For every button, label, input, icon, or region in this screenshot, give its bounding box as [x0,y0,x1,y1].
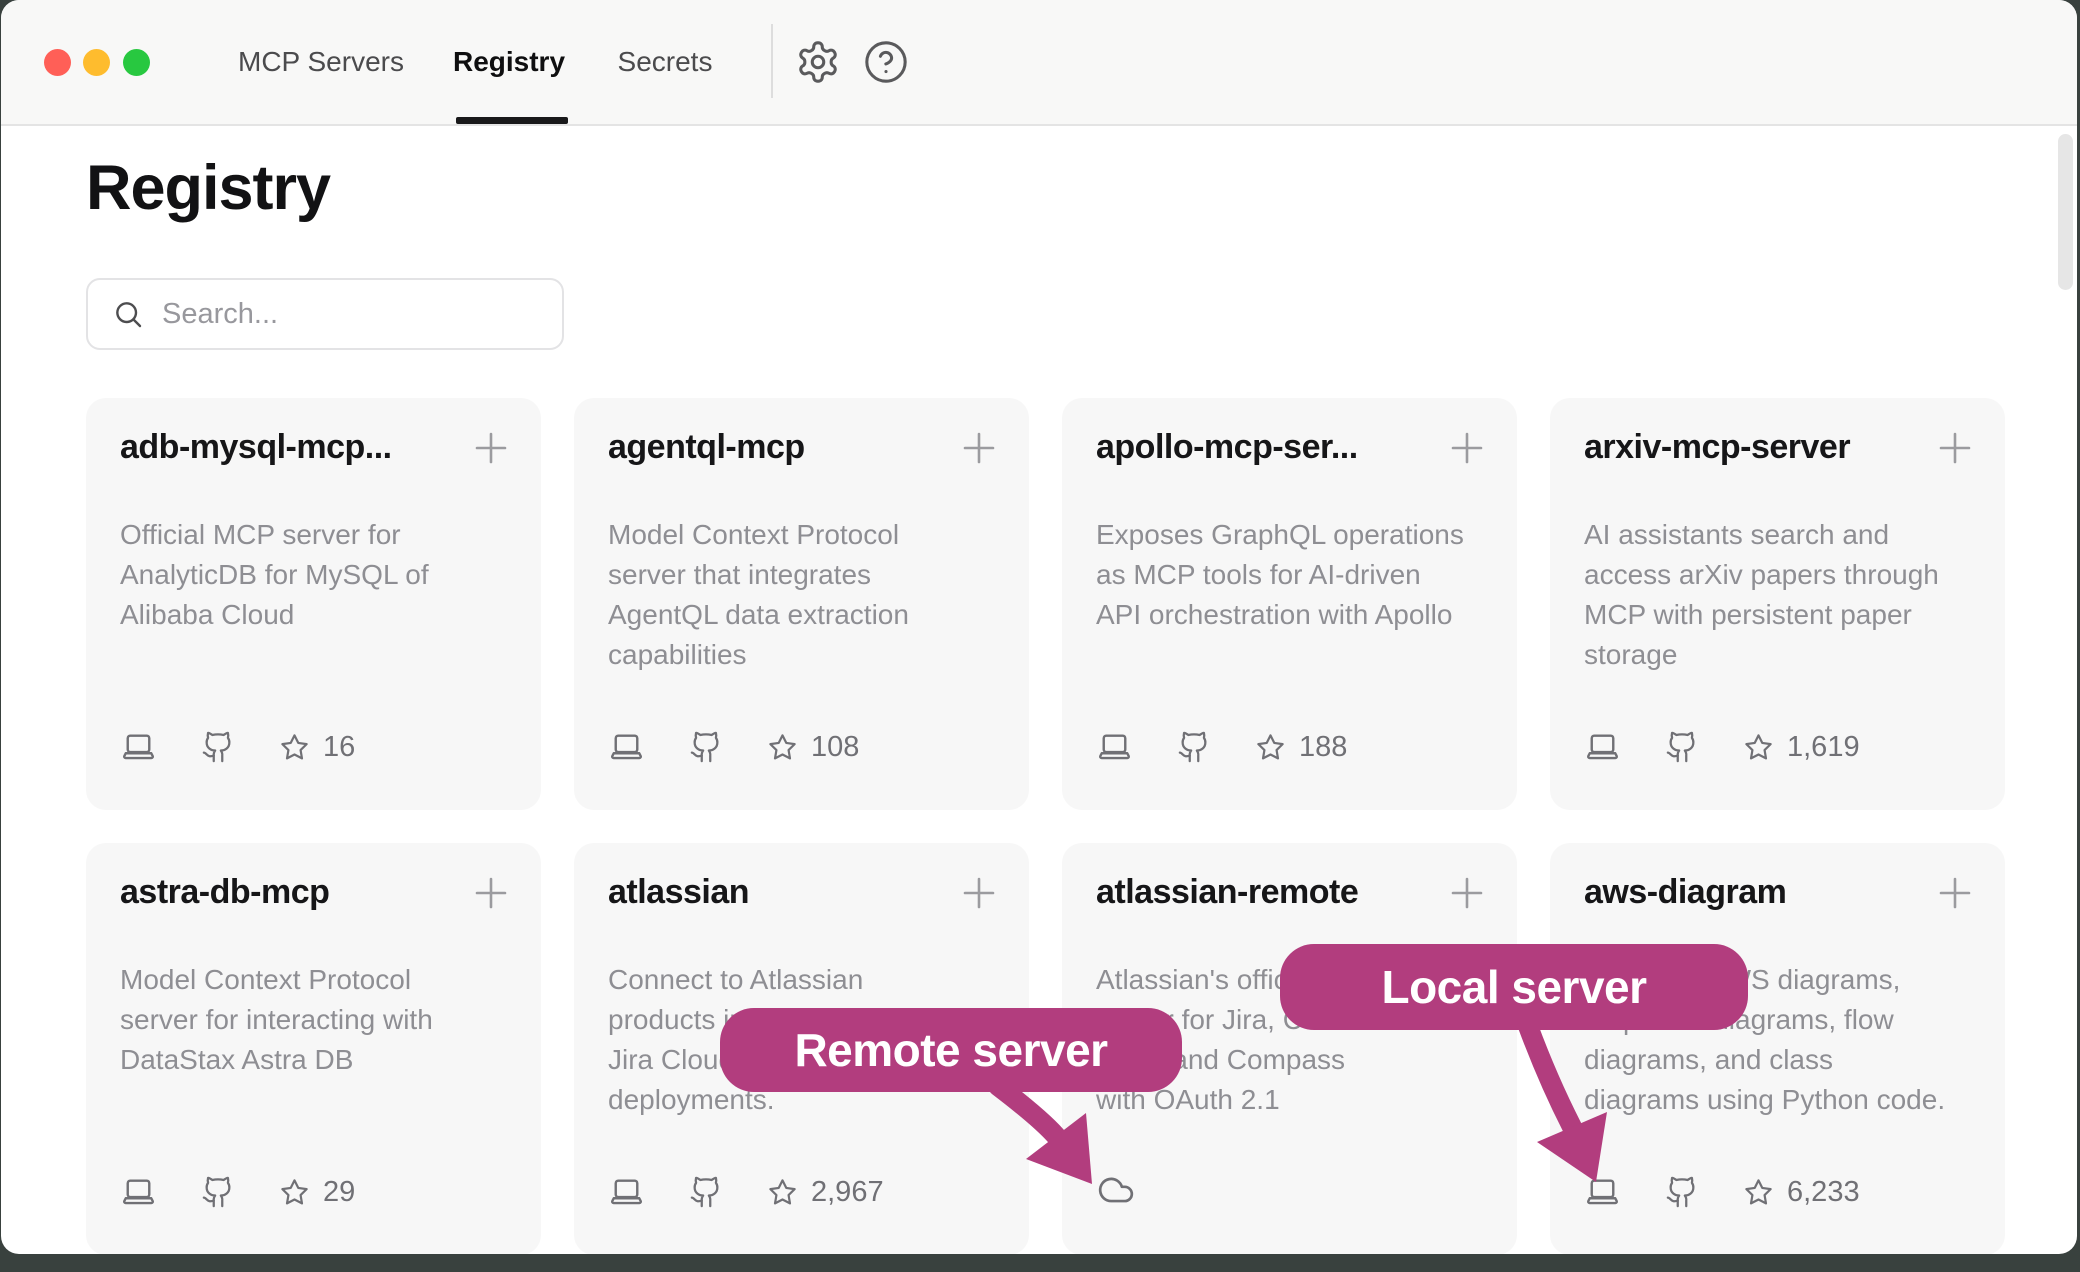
star-icon [1255,732,1286,763]
server-name: atlassian [608,873,948,912]
add-server-button[interactable] [467,869,515,917]
star-count: 6,233 [1787,1176,1860,1209]
plus-icon [1443,424,1491,472]
add-server-button[interactable] [1443,424,1491,472]
local-laptop-icon [1584,1175,1621,1209]
tab-mcp-servers[interactable]: MCP Servers [234,0,408,124]
search-input[interactable] [160,297,550,332]
star-count: 188 [1299,731,1347,764]
github-icon[interactable] [689,730,723,764]
server-description: Official MCP server for AnalyticDB for M… [120,515,507,635]
server-meta: 16 [120,730,355,764]
server-card[interactable]: aws-diagramGenerate AWS diagrams, sequen… [1550,843,2005,1254]
github-stars: 188 [1255,731,1347,764]
server-name: arxiv-mcp-server [1584,428,1924,467]
server-meta: 2,967 [608,1175,884,1209]
star-icon [279,1177,310,1208]
local-laptop-icon [1584,730,1621,764]
server-description: AI assistants search and access arXiv pa… [1584,515,1971,675]
server-card-grid: adb-mysql-mcp... Official MCP server for … [86,398,2005,1254]
close-window-button[interactable] [44,49,71,76]
github-stars: 6,233 [1743,1176,1860,1209]
github-stars: 2,967 [767,1176,884,1209]
server-card[interactable]: agentql-mcp Model Context Protocol server… [574,398,1029,810]
github-stars: 1,619 [1743,731,1860,764]
github-stars: 29 [279,1176,355,1209]
local-laptop-icon [608,730,645,764]
server-name: apollo-mcp-ser... [1096,428,1436,467]
help-icon[interactable] [863,39,909,85]
github-icon[interactable] [689,1175,723,1209]
add-server-button[interactable] [1931,424,1979,472]
github-icon[interactable] [201,730,235,764]
star-icon [1743,1177,1774,1208]
server-name: aws-diagram [1584,873,1924,912]
github-icon[interactable] [201,1175,235,1209]
server-card[interactable]: adb-mysql-mcp... Official MCP server for … [86,398,541,810]
tab-registry[interactable]: Registry [449,0,569,124]
star-count: 29 [323,1176,355,1209]
github-stars: 16 [279,731,355,764]
local-laptop-icon [1096,730,1133,764]
github-icon[interactable] [1665,730,1699,764]
server-card[interactable]: arxiv-mcp-server AI assistants search and… [1550,398,2005,810]
server-meta: 108 [608,730,859,764]
local-server-annotation: Local server [1280,944,1748,1030]
server-meta: 1,619 [1584,730,1860,764]
server-description: Model Context Protocol server for intera… [120,960,507,1080]
search-icon [112,298,144,330]
server-meta: 29 [120,1175,355,1209]
add-server-button[interactable] [1443,869,1491,917]
star-icon [1743,732,1774,763]
remote-cloud-icon [1096,1171,1136,1209]
server-name: astra-db-mcp [120,873,460,912]
star-icon [767,1177,798,1208]
local-laptop-icon [608,1175,645,1209]
star-count: 16 [323,731,355,764]
server-meta [1096,1171,1136,1209]
server-description: Model Context Protocol server that integ… [608,515,995,675]
star-icon [767,732,798,763]
plus-icon [1931,869,1979,917]
server-card[interactable]: apollo-mcp-ser... Exposes GraphQL operati… [1062,398,1517,810]
star-icon [279,732,310,763]
server-name: atlassian-remote [1096,873,1436,912]
github-icon[interactable] [1177,730,1211,764]
server-meta: 188 [1096,730,1347,764]
plus-icon [1931,424,1979,472]
server-meta: 6,233 [1584,1175,1860,1209]
star-count: 2,967 [811,1176,884,1209]
github-icon[interactable] [1665,1175,1699,1209]
remote-server-annotation: Remote server [720,1008,1182,1092]
add-server-button[interactable] [1931,869,1979,917]
title-bar: MCP Servers Registry Secrets [1,0,2077,126]
local-laptop-icon [120,730,157,764]
active-tab-indicator [456,117,568,124]
add-server-button[interactable] [955,869,1003,917]
star-count: 1,619 [1787,731,1860,764]
tab-secrets[interactable]: Secrets [611,0,719,124]
zoom-window-button[interactable] [123,49,150,76]
plus-icon [955,424,1003,472]
plus-icon [467,869,515,917]
add-server-button[interactable] [955,424,1003,472]
github-stars: 108 [767,731,859,764]
star-count: 108 [811,731,859,764]
page-title: Registry [86,152,330,224]
vertical-scrollbar-thumb[interactable] [2058,134,2073,290]
plus-icon [1443,869,1491,917]
add-server-button[interactable] [467,424,515,472]
minimize-window-button[interactable] [83,49,110,76]
search-box[interactable] [86,278,564,350]
server-description: Exposes GraphQL operations as MCP tools … [1096,515,1483,635]
header-divider [771,24,773,98]
server-card[interactable]: astra-db-mcp Model Context Protocol serve… [86,843,541,1254]
server-name: agentql-mcp [608,428,948,467]
plus-icon [467,424,515,472]
settings-gear-icon[interactable] [795,39,841,85]
local-laptop-icon [120,1175,157,1209]
plus-icon [955,869,1003,917]
server-name: adb-mysql-mcp... [120,428,460,467]
